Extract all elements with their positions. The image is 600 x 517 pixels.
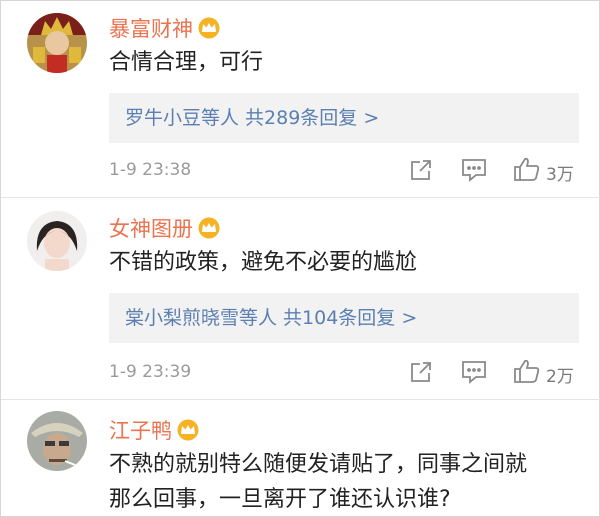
reply-summary-button[interactable]: 罗牛小豆等人 共289条回复 > (109, 93, 579, 143)
chevron-right-icon: > (363, 107, 380, 129)
comment-text: 合情合理，可行 (109, 50, 264, 75)
like-count: 3万 (546, 165, 574, 185)
like-count: 2万 (546, 367, 574, 387)
username-text[interactable]: 女神图册 (109, 217, 193, 241)
reply-summary-button[interactable]: 棠小梨煎晓雪等人 共104条回复 > (109, 293, 579, 343)
comment-time: 1-9 23:39 (109, 362, 192, 382)
god-of-wealth-avatar[interactable] (27, 13, 87, 73)
man-in-hat-avatar[interactable] (27, 411, 87, 471)
like-thumb-icon[interactable] (513, 358, 541, 388)
username[interactable]: 暴富财神 (109, 13, 221, 44)
girl-avatar[interactable] (27, 211, 87, 271)
comment-text: 不错的政策，避免不必要的尴尬 (109, 250, 418, 275)
username[interactable]: 女神图册 (109, 213, 221, 244)
reply-summary-text[interactable]: 棠小梨煎晓雪等人 共104条回复 (125, 307, 395, 329)
crown-badge-icon (197, 17, 221, 44)
like-thumb-icon[interactable] (513, 156, 541, 186)
comment-icon[interactable] (461, 360, 487, 388)
comment-text-line: 那么回事，一旦离开了谁还认识谁? (109, 487, 451, 512)
divider (1, 197, 600, 198)
comment-icon[interactable] (461, 158, 487, 186)
username[interactable]: 江子鸭 (109, 415, 200, 446)
share-icon[interactable] (409, 158, 433, 186)
comment-list: 暴富财神 合情合理，可行 罗牛小豆等人 共289条回复 > 1-9 23:38 3… (0, 0, 600, 517)
reply-summary-text[interactable]: 罗牛小豆等人 共289条回复 (125, 107, 357, 129)
crown-badge-icon (176, 419, 200, 446)
chevron-right-icon: > (401, 307, 418, 329)
username-text[interactable]: 暴富财神 (109, 17, 193, 41)
comment-text-line: 不熟的就别特么随便发请贴了，同事之间就 (109, 452, 528, 477)
comment-time: 1-9 23:38 (109, 160, 192, 180)
share-icon[interactable] (409, 360, 433, 388)
username-text[interactable]: 江子鸭 (109, 419, 172, 443)
crown-badge-icon (197, 217, 221, 244)
divider (1, 399, 600, 400)
